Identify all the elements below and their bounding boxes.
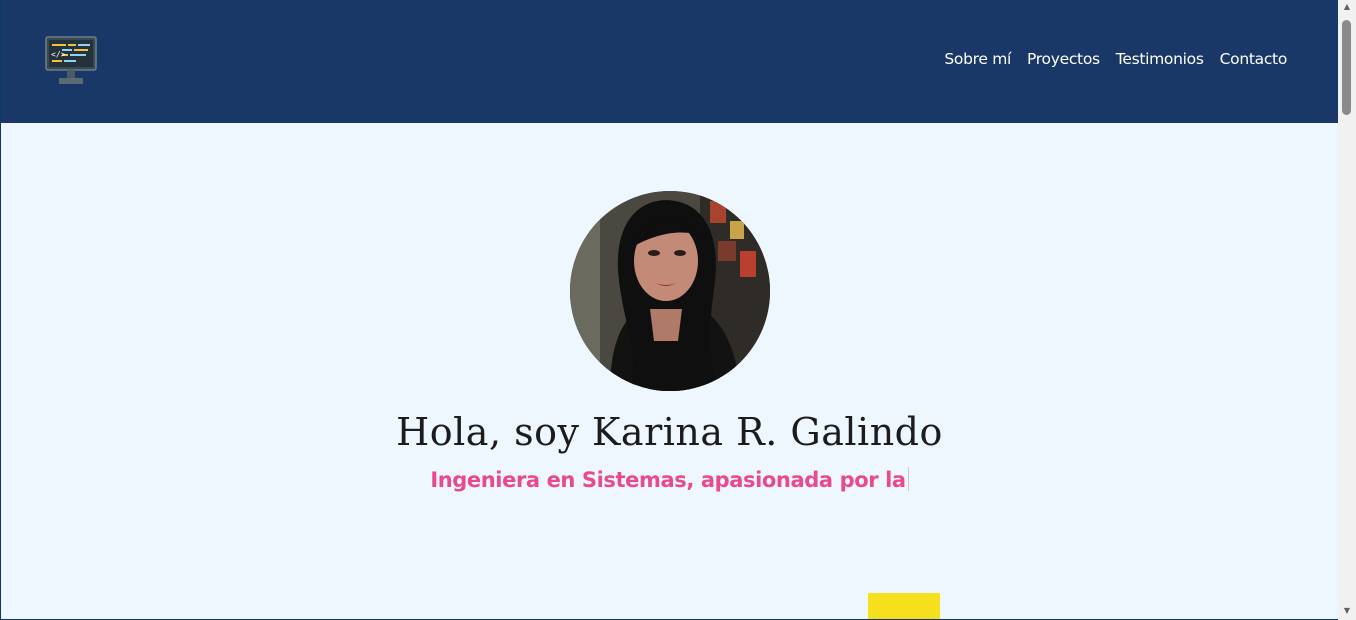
nav-link-sobre-mi[interactable]: Sobre mí [944, 50, 1011, 68]
nav-link-testimonios[interactable]: Testimonios [1116, 50, 1204, 68]
avatar [570, 191, 770, 391]
typing-caret [907, 467, 909, 491]
scrollbar-thumb[interactable] [1342, 20, 1351, 115]
decorative-block [868, 593, 940, 619]
main-nav: Sobre mí Proyectos Testimonios Contacto [944, 50, 1287, 68]
nav-link-contacto[interactable]: Contacto [1220, 50, 1288, 68]
code-monitor-icon[interactable]: </> [45, 36, 97, 86]
svg-text:</>: </> [51, 50, 66, 59]
hero-subtitle: Ingeniera en Sistemas, apasionada por la [1, 467, 1338, 492]
scroll-down-arrow-icon[interactable]: ▼ [1338, 604, 1356, 618]
hero-title: Hola, soy Karina R. Galindo [396, 410, 943, 454]
page: </> Sobre mí Proyectos Testimonios Conta… [1, 0, 1338, 619]
vertical-scrollbar[interactable]: ▲ ▼ [1338, 0, 1356, 620]
hero-subtitle-text: Ingeniera en Sistemas, apasionada por la [430, 468, 906, 492]
site-header: </> Sobre mí Proyectos Testimonios Conta… [1, 0, 1338, 123]
scroll-up-arrow-icon[interactable]: ▲ [1338, 0, 1356, 14]
nav-link-proyectos[interactable]: Proyectos [1027, 50, 1100, 68]
